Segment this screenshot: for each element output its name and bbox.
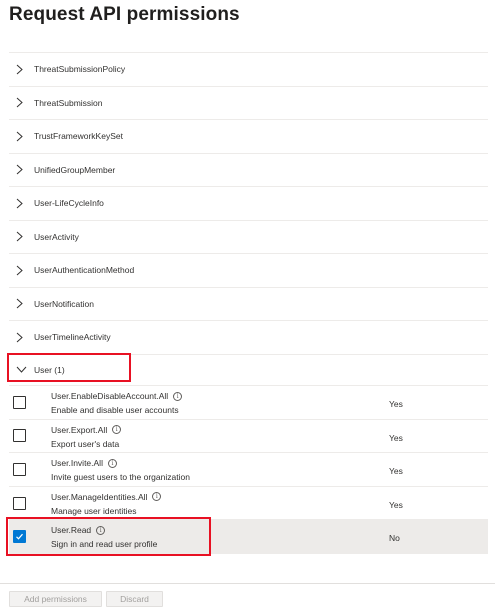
chevron-right-icon xyxy=(9,131,31,142)
discard-button[interactable]: Discard xyxy=(106,591,163,607)
permission-description: Manage user identities xyxy=(51,505,137,516)
group-user-lifecycleinfo[interactable]: User-LifeCycleInfo xyxy=(9,187,488,221)
permission-description: Enable and disable user accounts xyxy=(51,405,179,415)
group-threatsubmission[interactable]: ThreatSubmission xyxy=(9,87,488,120)
info-icon[interactable]: i xyxy=(107,458,117,468)
admin-consent-value: Yes xyxy=(389,499,403,510)
group-label: UserNotification xyxy=(34,298,94,309)
group-label: UserTimelineActivity xyxy=(34,332,111,343)
group-label: UnifiedGroupMember xyxy=(34,164,116,175)
permission-row: User.Invite.All i Invite guest users to t… xyxy=(9,453,488,487)
group-label: TrustFrameworkKeySet xyxy=(34,131,123,142)
chevron-right-icon xyxy=(9,298,31,309)
permission-checkbox[interactable] xyxy=(13,429,26,443)
permission-name: User.Invite.All xyxy=(51,458,103,469)
group-usernotification[interactable]: UserNotification xyxy=(9,288,488,321)
admin-consent-value: Yes xyxy=(389,466,403,477)
info-icon[interactable]: i xyxy=(112,425,122,435)
group-useractivity[interactable]: UserActivity xyxy=(9,221,488,254)
permission-group-list: ThreatSubmissionPolicy ThreatSubmission … xyxy=(9,52,488,355)
add-permissions-button[interactable]: Add permissions xyxy=(9,591,102,607)
group-label: UserAuthenticationMethod xyxy=(34,265,135,276)
chevron-right-icon xyxy=(9,265,31,276)
group-label: User-LifeCycleInfo xyxy=(34,198,104,209)
group-unifiedgroupmember[interactable]: UnifiedGroupMember xyxy=(9,154,488,187)
chevron-right-icon xyxy=(9,231,31,242)
permission-description: Invite guest users to the organization xyxy=(51,472,190,483)
group-label: ThreatSubmissionPolicy xyxy=(34,64,126,75)
permission-checkbox[interactable] xyxy=(13,395,26,409)
chevron-right-icon xyxy=(9,164,31,175)
permission-description: Export user's data xyxy=(51,438,120,449)
permission-checkbox[interactable] xyxy=(13,462,26,476)
group-label: UserActivity xyxy=(34,231,79,242)
group-threatsubmissionpolicy[interactable]: ThreatSubmissionPolicy xyxy=(9,53,488,87)
permission-checkbox[interactable] xyxy=(13,496,26,510)
permission-row: User.EnableDisableAccount.All i Enable an… xyxy=(9,386,488,420)
chevron-right-icon xyxy=(9,97,31,108)
permission-name: User.EnableDisableAccount.All xyxy=(51,391,169,401)
group-label: ThreatSubmission xyxy=(34,97,103,108)
group-usertimelineactivity[interactable]: UserTimelineActivity xyxy=(9,321,488,355)
chevron-right-icon xyxy=(9,332,31,343)
group-trustframeworkkeyset[interactable]: TrustFrameworkKeySet xyxy=(9,120,488,154)
highlight-box-user-group xyxy=(7,353,131,382)
admin-consent-value: No xyxy=(389,533,400,544)
chevron-right-icon xyxy=(9,64,31,75)
permission-name: User.ManageIdentities.All xyxy=(51,491,148,502)
permission-name: User.Export.All xyxy=(51,424,108,435)
info-icon[interactable]: i xyxy=(152,492,162,502)
permission-row: User.ManageIdentities.All i Manage user i… xyxy=(9,487,488,521)
chevron-right-icon xyxy=(9,198,31,209)
footer-divider xyxy=(0,583,495,584)
admin-consent-value: Yes xyxy=(389,432,403,443)
admin-consent-value: Yes xyxy=(389,399,403,409)
highlight-box-user-read xyxy=(6,517,211,556)
info-icon[interactable]: i xyxy=(173,391,183,401)
permission-row: User.Export.All i Export user's data Yes xyxy=(9,420,488,454)
group-userauthenticationmethod[interactable]: UserAuthenticationMethod xyxy=(9,254,488,288)
page-title: Request API permissions xyxy=(9,4,240,25)
